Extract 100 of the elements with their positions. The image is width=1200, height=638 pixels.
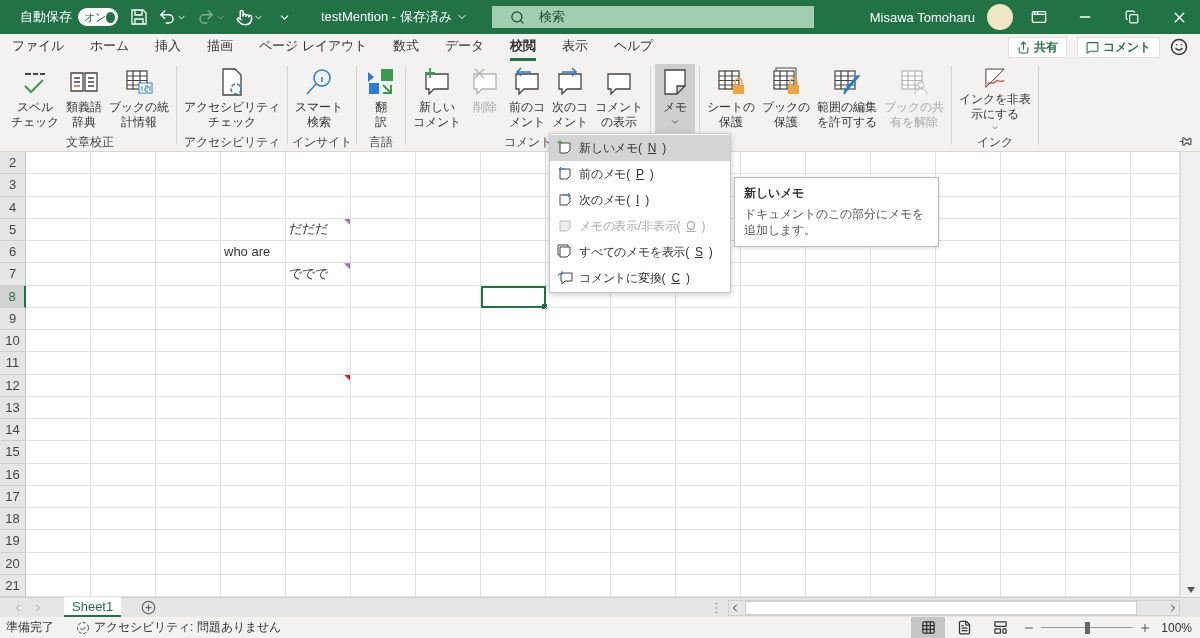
grid-cell[interactable] xyxy=(156,196,221,219)
grid-cell[interactable] xyxy=(416,485,481,508)
grid-cell[interactable] xyxy=(351,241,416,264)
grid-cell[interactable] xyxy=(416,352,481,375)
grid-cell[interactable] xyxy=(221,330,286,353)
grid-cell[interactable] xyxy=(1066,218,1131,241)
row-header[interactable]: 4 xyxy=(0,196,26,219)
grid-cell[interactable] xyxy=(741,152,806,175)
grid-cell[interactable] xyxy=(481,152,546,175)
grid-cell[interactable] xyxy=(91,263,156,286)
grid-cell[interactable] xyxy=(91,463,156,486)
grid-cell[interactable] xyxy=(936,552,1001,575)
grid-cell[interactable] xyxy=(156,441,221,464)
grid-cell[interactable] xyxy=(221,263,286,286)
grid-cell[interactable] xyxy=(676,508,741,531)
grid-cell[interactable] xyxy=(936,419,1001,442)
grid-cell[interactable] xyxy=(871,374,936,397)
grid-cell[interactable] xyxy=(156,352,221,375)
grid-cell[interactable] xyxy=(416,196,481,219)
search-field[interactable]: 検索 xyxy=(491,6,814,28)
grid-cell[interactable] xyxy=(611,441,676,464)
grid-cell[interactable] xyxy=(481,419,546,442)
grid-cell[interactable] xyxy=(416,463,481,486)
grid-cell[interactable] xyxy=(351,463,416,486)
add-sheet-icon[interactable] xyxy=(141,600,157,615)
grid-cell[interactable] xyxy=(871,307,936,330)
row-header[interactable]: 21 xyxy=(0,574,26,597)
row-header[interactable]: 2 xyxy=(0,152,26,175)
grid-cell[interactable] xyxy=(806,307,871,330)
grid-cell[interactable] xyxy=(871,396,936,419)
grid-cell[interactable] xyxy=(156,152,221,175)
restore-icon[interactable] xyxy=(1125,10,1139,24)
grid-cell[interactable] xyxy=(286,174,351,197)
grid-cell[interactable] xyxy=(546,441,611,464)
grid-cell[interactable] xyxy=(416,441,481,464)
grid-cell[interactable] xyxy=(156,508,221,531)
grid-cell[interactable] xyxy=(806,508,871,531)
grid-cell[interactable] xyxy=(286,241,351,264)
grid-cell[interactable] xyxy=(806,396,871,419)
grid-cell[interactable] xyxy=(741,508,806,531)
zoom-slider-thumb[interactable] xyxy=(1085,621,1091,634)
grid-cell[interactable] xyxy=(481,374,546,397)
grid-cell[interactable] xyxy=(26,530,91,553)
grid-cell[interactable] xyxy=(416,330,481,353)
grid-cell[interactable] xyxy=(286,152,351,175)
ribbon-button[interactable]: 類義語 辞典 xyxy=(63,64,105,134)
grid-cell[interactable] xyxy=(806,263,871,286)
undo-icon[interactable] xyxy=(158,8,176,26)
grid-cell[interactable] xyxy=(481,196,546,219)
grid-cell[interactable] xyxy=(676,530,741,553)
ribbon-button[interactable]: インクを非表 示にする xyxy=(956,64,1034,134)
ribbon-button[interactable]: 新しい コメント xyxy=(410,64,464,134)
grid-cell[interactable] xyxy=(481,307,546,330)
grid-cell[interactable] xyxy=(416,396,481,419)
grid-cell[interactable] xyxy=(156,463,221,486)
grid-cell[interactable] xyxy=(871,463,936,486)
grid-cell[interactable] xyxy=(1066,307,1131,330)
grid-cell[interactable] xyxy=(806,463,871,486)
grid-cell[interactable] xyxy=(156,552,221,575)
grid-cell[interactable] xyxy=(416,241,481,264)
grid-cell[interactable] xyxy=(936,485,1001,508)
grid-cell[interactable] xyxy=(1001,307,1066,330)
grid-cell[interactable] xyxy=(221,419,286,442)
menu-item[interactable]: 前のメモ( P ) xyxy=(550,161,730,187)
row-header[interactable]: 7 xyxy=(0,263,26,286)
menu-item[interactable]: コメントに変換( C ) xyxy=(550,265,730,291)
grid-cell[interactable] xyxy=(221,463,286,486)
grid-cell[interactable] xyxy=(26,152,91,175)
grid-cell[interactable] xyxy=(676,374,741,397)
grid-cell[interactable] xyxy=(26,218,91,241)
grid-cell[interactable] xyxy=(481,396,546,419)
grid-cell[interactable] xyxy=(1001,196,1066,219)
grid-cell[interactable] xyxy=(1066,463,1131,486)
grid-cell[interactable] xyxy=(416,285,481,308)
grid-cell[interactable] xyxy=(936,152,1001,175)
ribbon-tab[interactable]: ページ レイアウト xyxy=(259,33,367,61)
row-header[interactable]: 6 xyxy=(0,241,26,264)
ribbon-tab[interactable]: データ xyxy=(444,33,484,61)
grid-cell[interactable] xyxy=(936,307,1001,330)
grid-cell[interactable] xyxy=(1066,196,1131,219)
grid-cell[interactable] xyxy=(1066,419,1131,442)
grid-cell[interactable] xyxy=(1001,419,1066,442)
grid-cell[interactable] xyxy=(91,419,156,442)
grid-cell[interactable] xyxy=(806,152,871,175)
grid-cell[interactable] xyxy=(546,419,611,442)
grid-cell[interactable] xyxy=(806,485,871,508)
grid-cell[interactable] xyxy=(676,419,741,442)
grid-cell[interactable] xyxy=(936,330,1001,353)
grid-cell[interactable] xyxy=(806,285,871,308)
grid-cell[interactable] xyxy=(741,552,806,575)
grid-cell[interactable] xyxy=(611,374,676,397)
zoom-level[interactable]: 100% xyxy=(1161,620,1192,635)
grid-cell[interactable] xyxy=(481,218,546,241)
grid-cell[interactable] xyxy=(546,396,611,419)
grid-cell[interactable] xyxy=(1001,441,1066,464)
grid-cell[interactable] xyxy=(611,307,676,330)
grid-cell[interactable] xyxy=(481,330,546,353)
ribbon-button[interactable]: 範囲の編集 を許可する xyxy=(814,64,880,134)
grid-cell[interactable] xyxy=(91,285,156,308)
grid-cell[interactable] xyxy=(1066,441,1131,464)
